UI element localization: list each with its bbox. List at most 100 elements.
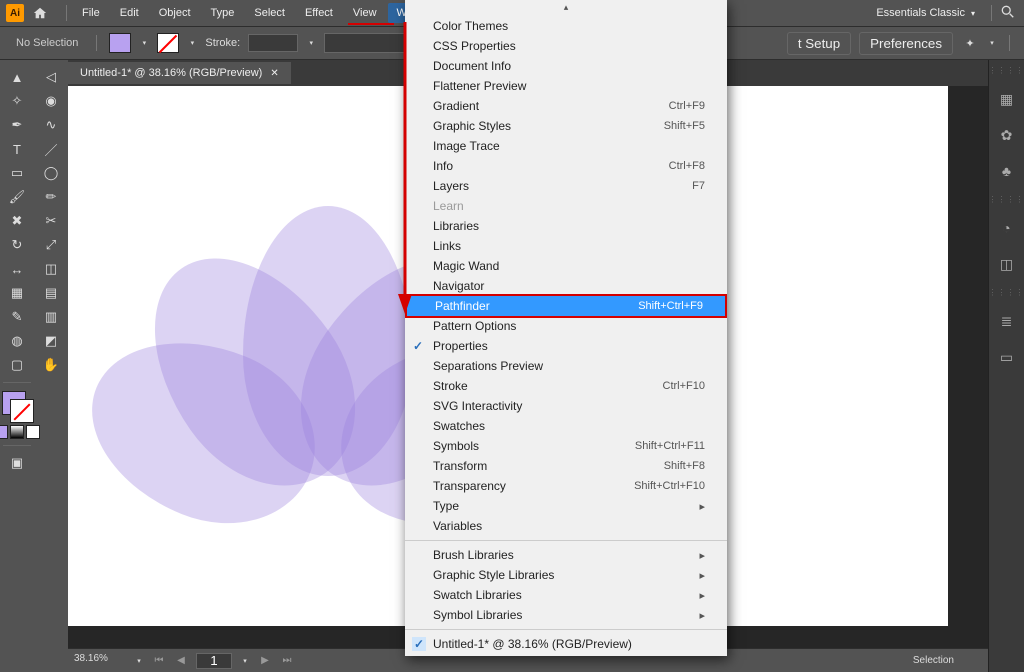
lasso-tool[interactable]: ◉ [38, 90, 64, 112]
scale-tool[interactable]: ⤢ [38, 234, 64, 256]
line-tool[interactable]: ／ [38, 138, 64, 160]
menu-item-stroke[interactable]: StrokeCtrl+F10 [405, 376, 727, 396]
stroke-dd[interactable]: ▾ [187, 39, 197, 47]
menu-view[interactable]: View [344, 3, 386, 23]
search-icon[interactable] [998, 5, 1018, 22]
color-mode-fill[interactable] [0, 425, 8, 439]
panel-artboards-icon[interactable]: ▭ [995, 345, 1019, 369]
magic-wand-tool[interactable]: ✧ [4, 90, 30, 112]
menu-item-properties[interactable]: Properties [405, 336, 727, 356]
close-icon[interactable]: ✕ [270, 68, 278, 79]
screen-mode[interactable]: ▣ [4, 452, 30, 474]
prev-artboard-button[interactable]: ◀ [174, 655, 188, 666]
fill-swatch[interactable] [109, 33, 131, 53]
menu-item-links[interactable]: Links [405, 236, 727, 256]
menu-item-flattener-preview[interactable]: Flattener Preview [405, 76, 727, 96]
column-graph-tool[interactable]: ▥ [38, 306, 64, 328]
paintbrush-tool[interactable]: 🖌 [4, 186, 30, 208]
menu-select[interactable]: Select [245, 3, 294, 23]
menu-item-pathfinder[interactable]: PathfinderShift+Ctrl+F9 [405, 294, 727, 318]
color-mode-gradient[interactable] [10, 425, 24, 439]
menu-item-brush-libraries[interactable]: Brush Libraries▸ [405, 545, 727, 565]
home-icon[interactable] [30, 3, 50, 23]
panel-symbols-icon[interactable]: ♣ [995, 159, 1019, 183]
ellipse-tool[interactable]: ◯ [38, 162, 64, 184]
color-mode-none[interactable] [26, 425, 40, 439]
menu-type[interactable]: Type [202, 3, 244, 23]
menu-item-magic-wand[interactable]: Magic Wand [405, 256, 727, 276]
curvature-tool[interactable]: ∿ [38, 114, 64, 136]
gradient-tool[interactable]: ▤ [38, 282, 64, 304]
panel-layers-icon[interactable]: ≣ [995, 309, 1019, 333]
brush-definition[interactable] [324, 33, 414, 53]
selection-tool[interactable]: ▲ [4, 66, 30, 88]
menu-item-info[interactable]: InfoCtrl+F8 [405, 156, 727, 176]
menu-item-graphic-style-libraries[interactable]: Graphic Style Libraries▸ [405, 565, 727, 585]
menu-item-svg-interactivity[interactable]: SVG Interactivity [405, 396, 727, 416]
fill-dd[interactable]: ▾ [139, 39, 149, 47]
preferences-button[interactable]: Preferences [859, 32, 953, 55]
direct-selection-tool[interactable]: ◁ [38, 66, 64, 88]
zoom-dd[interactable]: ▾ [134, 657, 144, 665]
menu-item-type[interactable]: Type▸ [405, 496, 727, 516]
menu-item-document-info[interactable]: Document Info [405, 56, 727, 76]
document-setup-button[interactable]: t Setup [787, 32, 851, 55]
menu-item-gradient[interactable]: GradientCtrl+F9 [405, 96, 727, 116]
menu-item-symbol-libraries[interactable]: Symbol Libraries▸ [405, 605, 727, 625]
artboard-dd[interactable]: ▾ [240, 657, 250, 665]
width-tool[interactable]: ↔ [4, 258, 30, 280]
menu-item-variables[interactable]: Variables [405, 516, 727, 536]
artboard-number-input[interactable] [196, 653, 232, 669]
last-artboard-button[interactable]: ⏭ [280, 655, 294, 666]
panel-swatches-icon[interactable]: ▦ [995, 87, 1019, 111]
scissors-tool[interactable]: ✂ [38, 210, 64, 232]
menu-item-navigator[interactable]: Navigator [405, 276, 727, 296]
menu-effect[interactable]: Effect [296, 3, 342, 23]
hand-tool[interactable]: ✋ [38, 354, 64, 376]
menu-item-swatch-libraries[interactable]: Swatch Libraries▸ [405, 585, 727, 605]
artboard-tool[interactable]: ▢ [4, 354, 30, 376]
pencil-tool[interactable]: ✏ [38, 186, 64, 208]
free-transform-tool[interactable]: ◫ [38, 258, 64, 280]
menu-item-separations-preview[interactable]: Separations Preview [405, 356, 727, 376]
menu-open-document[interactable]: Untitled-1* @ 38.16% (RGB/Preview) [405, 634, 727, 654]
rotate-tool[interactable]: ↻ [4, 234, 30, 256]
menu-item-color-themes[interactable]: Color Themes [405, 16, 727, 36]
menu-item-transparency[interactable]: TransparencyShift+Ctrl+F10 [405, 476, 727, 496]
panel-color-icon[interactable]: ◔ [995, 216, 1019, 240]
panel-color-guide-icon[interactable]: ◫ [995, 252, 1019, 276]
menu-item-layers[interactable]: LayersF7 [405, 176, 727, 196]
menu-item-image-trace[interactable]: Image Trace [405, 136, 727, 156]
first-artboard-button[interactable]: ⏮ [152, 655, 166, 666]
rectangle-tool[interactable]: ▭ [4, 162, 30, 184]
menu-item-swatches[interactable]: Swatches [405, 416, 727, 436]
slice-tool[interactable]: ◩ [38, 330, 64, 352]
menu-item-symbols[interactable]: SymbolsShift+Ctrl+F11 [405, 436, 727, 456]
menu-object[interactable]: Object [150, 3, 200, 23]
blend-tool[interactable]: ◍ [4, 330, 30, 352]
panel-brushes-icon[interactable]: ✿ [995, 123, 1019, 147]
menu-edit[interactable]: Edit [111, 3, 148, 23]
pen-tool[interactable]: ✒ [4, 114, 30, 136]
document-tab[interactable]: Untitled-1* @ 38.16% (RGB/Preview) ✕ [68, 62, 291, 84]
mesh-tool[interactable]: ▦ [4, 282, 30, 304]
stroke-weight-dd[interactable]: ▾ [306, 39, 316, 47]
menu-item-pattern-options[interactable]: Pattern Options [405, 316, 727, 336]
type-tool[interactable]: T [4, 138, 30, 160]
stroke-swatch[interactable] [157, 33, 179, 53]
align-dd[interactable]: ▾ [987, 39, 997, 47]
fill-stroke-proxy[interactable] [2, 391, 32, 421]
workspace-switcher[interactable]: Essentials Classic ▾ [866, 4, 985, 22]
menu-file[interactable]: File [73, 3, 109, 23]
stroke-weight-input[interactable] [248, 34, 298, 52]
next-artboard-button[interactable]: ▶ [258, 655, 272, 666]
eyedropper-tool[interactable]: ✎ [4, 306, 30, 328]
menu-scroll-up[interactable]: ▴ [405, 2, 727, 16]
align-icon[interactable]: ✦ [961, 34, 979, 52]
menu-item-css-properties[interactable]: CSS Properties [405, 36, 727, 56]
menu-item-transform[interactable]: TransformShift+F8 [405, 456, 727, 476]
menu-item-graphic-styles[interactable]: Graphic StylesShift+F5 [405, 116, 727, 136]
zoom-level[interactable]: 38.16% [74, 653, 126, 669]
menu-item-libraries[interactable]: Libraries [405, 216, 727, 236]
eraser-tool[interactable]: ✖ [4, 210, 30, 232]
